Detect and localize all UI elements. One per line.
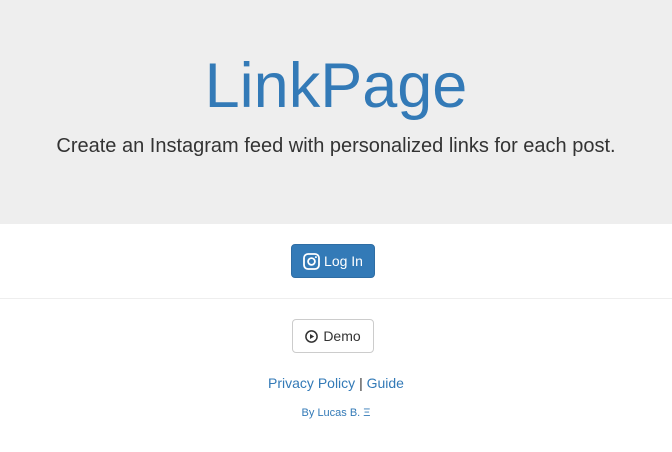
guide-link[interactable]: Guide — [367, 375, 404, 391]
privacy-policy-link[interactable]: Privacy Policy — [268, 375, 355, 391]
demo-button[interactable]: Demo — [292, 319, 374, 353]
login-button[interactable]: Log In — [291, 244, 375, 278]
divider — [0, 298, 672, 299]
link-separator: | — [359, 375, 363, 391]
page-subtitle: Create an Instagram feed with personaliz… — [56, 135, 616, 157]
author-link[interactable]: By Lucas B. Ξ — [302, 407, 371, 419]
demo-button-label: Demo — [323, 328, 361, 344]
hero-banner: LinkPage Create an Instagram feed with p… — [0, 0, 672, 224]
footer-links: Privacy Policy | Guide — [0, 374, 672, 392]
play-circle-icon — [305, 329, 319, 343]
login-button-label: Log In — [324, 253, 363, 269]
author-credit: By Lucas B. Ξ — [0, 406, 672, 420]
instagram-icon — [303, 252, 320, 270]
page-title: LinkPage — [204, 51, 468, 121]
